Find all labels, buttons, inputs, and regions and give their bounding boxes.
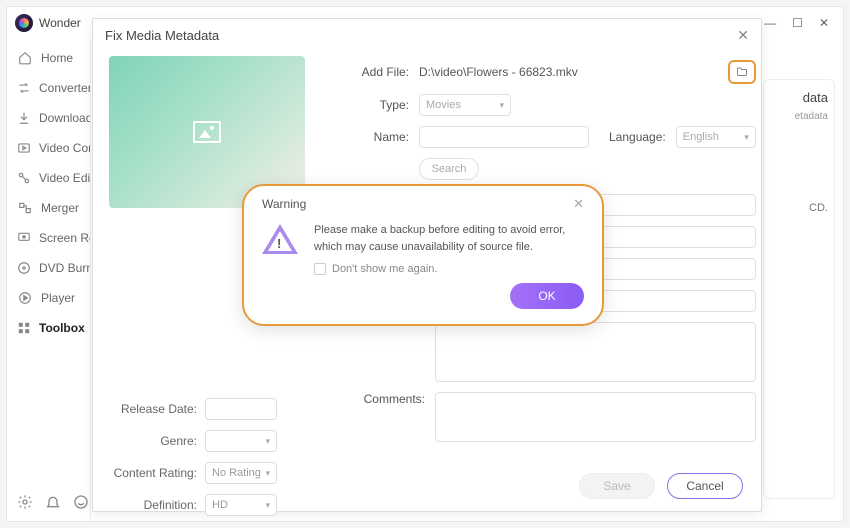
converter-icon	[17, 80, 31, 96]
chevron-down-icon: ▾	[499, 100, 504, 111]
genre-select[interactable]: ▾	[205, 430, 277, 452]
panel-sub: etadata	[770, 111, 828, 122]
cancel-button[interactable]: Cancel	[667, 473, 743, 499]
window-controls: — ☐ ✕	[764, 16, 835, 30]
app-logo	[15, 14, 33, 32]
sidebar-item-label: Converter	[39, 81, 90, 95]
sidebar-item-label: Video Editor	[39, 171, 90, 185]
warning-icon: !	[262, 224, 298, 260]
dont-show-checkbox[interactable]	[314, 263, 326, 275]
sidebar-item-label: Home	[41, 51, 73, 65]
settings-icon[interactable]	[17, 493, 33, 511]
save-button[interactable]: Save	[579, 473, 655, 499]
dont-show-label: Don't show me again.	[332, 263, 437, 275]
language-label: Language:	[609, 130, 666, 144]
sidebar-item-compressor[interactable]: Video Compressor	[7, 133, 90, 163]
definition-select[interactable]: HD▾	[205, 494, 277, 516]
chevron-down-icon: ▾	[265, 468, 270, 479]
warning-title: Warning	[262, 197, 306, 211]
definition-label: Definition:	[109, 498, 197, 512]
sidebar-item-converter[interactable]: Converter	[7, 73, 90, 103]
modal-header: Fix Media Metadata ✕	[93, 19, 761, 52]
sidebar-item-label: Downloader	[39, 111, 90, 125]
chevron-down-icon: ▾	[265, 436, 270, 447]
release-date-input[interactable]	[205, 398, 277, 420]
content-rating-label: Content Rating:	[109, 466, 197, 480]
close-icon[interactable]: ✕	[737, 27, 749, 44]
close-button[interactable]: ✕	[819, 16, 829, 30]
sidebar-item-label: Video Compressor	[39, 141, 90, 155]
chevron-down-icon: ▾	[265, 500, 270, 511]
sidebar-item-recorder[interactable]: Screen Recorder	[7, 223, 90, 253]
panel-line: CD.	[770, 202, 828, 214]
image-placeholder-icon	[193, 121, 221, 143]
recorder-icon	[17, 230, 31, 246]
chevron-down-icon: ▾	[744, 132, 749, 143]
sidebar-item-player[interactable]: Player	[7, 283, 90, 313]
right-info-panel: data etadata CD.	[763, 79, 835, 499]
comments-label: Comments:	[333, 392, 425, 406]
name-label: Name:	[333, 130, 409, 144]
release-date-label: Release Date:	[109, 402, 197, 416]
type-select[interactable]: Movies▾	[419, 94, 511, 116]
sidebar-item-dvd[interactable]: DVD Burner	[7, 253, 90, 283]
textarea-input[interactable]	[435, 322, 756, 382]
sidebar-item-label: Screen Recorder	[39, 231, 90, 245]
feedback-icon[interactable]	[73, 493, 89, 511]
downloader-icon	[17, 110, 31, 126]
sidebar-item-label: Player	[41, 291, 75, 305]
name-input[interactable]	[419, 126, 589, 148]
modal-footer: Save Cancel	[579, 473, 743, 499]
sidebar-item-label: Merger	[41, 201, 79, 215]
warning-header: Warning ✕	[262, 196, 584, 212]
ok-button[interactable]: OK	[510, 283, 584, 309]
sidebar-item-label: Toolbox	[39, 321, 85, 335]
app-title: Wonder	[39, 16, 81, 30]
compressor-icon	[17, 140, 31, 156]
genre-label: Genre:	[109, 434, 197, 448]
comments-input[interactable]	[435, 392, 756, 442]
toolbox-icon	[17, 320, 31, 336]
minimize-button[interactable]: —	[764, 16, 776, 30]
dvd-icon	[17, 260, 31, 276]
add-file-path: D:\video\Flowers - 66823.mkv	[419, 65, 578, 79]
sidebar: Home Converter Downloader Video Compress…	[7, 39, 91, 521]
type-label: Type:	[333, 98, 409, 112]
panel-heading: data	[770, 90, 828, 105]
sidebar-item-home[interactable]: Home	[7, 43, 90, 73]
home-icon	[17, 50, 33, 66]
modal-title: Fix Media Metadata	[105, 28, 219, 43]
warning-message: Please make a backup before editing to a…	[314, 222, 584, 255]
sidebar-item-toolbox[interactable]: Toolbox	[7, 313, 90, 343]
sidebar-item-label: DVD Burner	[39, 261, 90, 275]
warning-modal: Warning ✕ ! Please make a backup before …	[242, 184, 604, 326]
merger-icon	[17, 200, 33, 216]
add-file-label: Add File:	[333, 65, 409, 79]
content-rating-select[interactable]: No Rating▾	[205, 462, 277, 484]
sidebar-item-downloader[interactable]: Downloader	[7, 103, 90, 133]
language-select[interactable]: English▾	[676, 126, 756, 148]
player-icon	[17, 290, 33, 306]
editor-icon	[17, 170, 31, 186]
sidebar-bottom	[7, 483, 90, 521]
close-icon[interactable]: ✕	[573, 196, 584, 212]
sidebar-item-editor[interactable]: Video Editor	[7, 163, 90, 193]
browse-folder-button[interactable]	[728, 60, 756, 84]
search-button[interactable]: Search	[419, 158, 479, 180]
maximize-button[interactable]: ☐	[792, 16, 803, 30]
bell-icon[interactable]	[45, 493, 61, 511]
sidebar-item-merger[interactable]: Merger	[7, 193, 90, 223]
